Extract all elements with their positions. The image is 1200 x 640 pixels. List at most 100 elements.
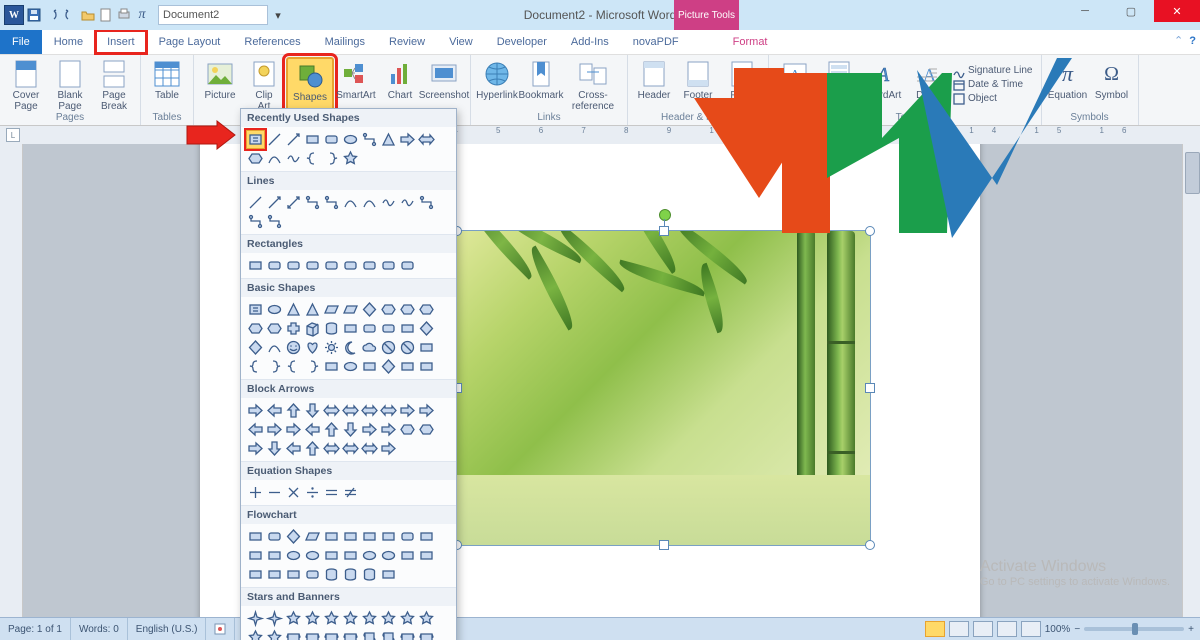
shape-curved-up[interactable] xyxy=(322,628,341,640)
shape-oval[interactable] xyxy=(265,300,284,319)
shape-punchtape[interactable] xyxy=(341,546,360,565)
shape-hscroll[interactable] xyxy=(379,628,398,640)
shape-rect[interactable] xyxy=(246,256,265,275)
shape-4pt[interactable] xyxy=(284,609,303,628)
shape-smile[interactable] xyxy=(284,338,303,357)
shape-manualinput[interactable] xyxy=(246,546,265,565)
shape-pie[interactable] xyxy=(417,319,436,338)
bookmark-button[interactable]: Bookmark xyxy=(519,57,563,112)
shape-merge[interactable] xyxy=(265,565,284,584)
shape-prep[interactable] xyxy=(417,527,436,546)
shape-callout-ud[interactable] xyxy=(341,439,360,458)
status-page[interactable]: Page: 1 of 1 xyxy=(0,618,71,640)
shape-connector2[interactable] xyxy=(246,212,265,231)
shape-right-brace[interactable] xyxy=(322,149,341,168)
shape-document[interactable] xyxy=(360,527,379,546)
shape-6pt[interactable] xyxy=(322,609,341,628)
shape-pentagon-arrow[interactable] xyxy=(398,420,417,439)
shape-predef[interactable] xyxy=(322,527,341,546)
shape-callout-lr[interactable] xyxy=(322,439,341,458)
shape-textbox[interactable] xyxy=(246,300,265,319)
shape-round1[interactable] xyxy=(360,256,379,275)
tab-references[interactable]: References xyxy=(232,30,312,54)
new-doc-icon[interactable] xyxy=(98,7,114,23)
shape-summing[interactable] xyxy=(360,546,379,565)
shape-data[interactable] xyxy=(303,527,322,546)
shape-chevron[interactable] xyxy=(417,420,436,439)
shape-elbow-connector[interactable] xyxy=(360,130,379,149)
shape-teardrop[interactable] xyxy=(379,357,398,376)
tab-novapdf[interactable]: novaPDF xyxy=(621,30,691,54)
shape-left-brace[interactable] xyxy=(303,149,322,168)
shape-16pt[interactable] xyxy=(417,609,436,628)
undo-icon[interactable] xyxy=(44,7,60,23)
shape-equal[interactable] xyxy=(322,483,341,502)
shape-callout-d[interactable] xyxy=(265,439,284,458)
shape-down[interactable] xyxy=(303,401,322,420)
shape-curvedup[interactable] xyxy=(322,420,341,439)
shape-curve-arrow[interactable] xyxy=(360,193,379,212)
save-icon[interactable] xyxy=(26,7,42,23)
shape-arrow[interactable] xyxy=(398,130,417,149)
shape-chord[interactable] xyxy=(246,338,265,357)
shape-connector3[interactable] xyxy=(265,212,284,231)
shape-circular[interactable] xyxy=(379,439,398,458)
shape-rbracket[interactable] xyxy=(265,357,284,376)
tab-file[interactable]: File xyxy=(0,30,42,54)
page-break-button[interactable]: PageBreak xyxy=(92,57,136,112)
clipart-button[interactable]: ClipArt xyxy=(242,57,286,112)
status-words[interactable]: Words: 0 xyxy=(71,618,128,640)
shape-elbow-arrow[interactable] xyxy=(322,193,341,212)
shape-rbrace[interactable] xyxy=(303,357,322,376)
vertical-ruler[interactable] xyxy=(0,144,23,618)
view-print-layout[interactable] xyxy=(925,621,945,637)
shape-halfframe[interactable] xyxy=(379,319,398,338)
shape-sort[interactable] xyxy=(417,546,436,565)
print-preview-icon[interactable] xyxy=(116,7,132,23)
shape-bentup[interactable] xyxy=(265,420,284,439)
shape-trap[interactable] xyxy=(341,300,360,319)
shape-vscroll[interactable] xyxy=(360,628,379,640)
shape-explosion1[interactable] xyxy=(246,609,265,628)
shape-multiply[interactable] xyxy=(284,483,303,502)
shape-5pt[interactable] xyxy=(303,609,322,628)
tab-review[interactable]: Review xyxy=(377,30,437,54)
shape-rounded-rect[interactable] xyxy=(322,130,341,149)
resize-handle-s[interactable] xyxy=(659,540,669,550)
shape-right[interactable] xyxy=(246,401,265,420)
resize-handle-se[interactable] xyxy=(865,540,875,550)
shape-frame[interactable] xyxy=(360,319,379,338)
shape-blockarc[interactable] xyxy=(398,338,417,357)
shape-24pt[interactable] xyxy=(246,628,265,640)
shape-cloud[interactable] xyxy=(360,338,379,357)
shape-pentagon[interactable] xyxy=(379,300,398,319)
shape-up[interactable] xyxy=(284,401,303,420)
shape-arrow[interactable] xyxy=(265,193,284,212)
view-web-layout[interactable] xyxy=(973,621,993,637)
shape-double-arrow[interactable] xyxy=(284,193,303,212)
shape-callout-u[interactable] xyxy=(303,439,322,458)
hyperlink-button[interactable]: Hyperlink xyxy=(475,57,519,112)
shape-bevel[interactable] xyxy=(341,319,360,338)
view-outline[interactable] xyxy=(997,621,1017,637)
table-button[interactable]: Table xyxy=(145,57,189,101)
shape-triangle[interactable] xyxy=(379,130,398,149)
rotation-handle[interactable] xyxy=(659,209,671,221)
shape-textbox[interactable] xyxy=(246,130,265,149)
shape-octagon[interactable] xyxy=(246,319,265,338)
shape-diagstripe[interactable] xyxy=(417,357,436,376)
pi-icon[interactable]: π xyxy=(134,7,150,23)
shape-plus[interactable] xyxy=(284,319,303,338)
shape-7pt[interactable] xyxy=(341,609,360,628)
shape-rtri[interactable] xyxy=(303,300,322,319)
shape-internal[interactable] xyxy=(341,527,360,546)
shape-line[interactable] xyxy=(265,130,284,149)
shape-freeform[interactable] xyxy=(284,149,303,168)
qat-dropdown-icon[interactable]: ▾ xyxy=(270,7,286,23)
resize-handle-n[interactable] xyxy=(659,226,669,236)
shape-curveddown[interactable] xyxy=(341,420,360,439)
shape-display[interactable] xyxy=(379,565,398,584)
shape-multidoc[interactable] xyxy=(379,527,398,546)
shape-explosion2[interactable] xyxy=(265,609,284,628)
shape-card[interactable] xyxy=(322,546,341,565)
